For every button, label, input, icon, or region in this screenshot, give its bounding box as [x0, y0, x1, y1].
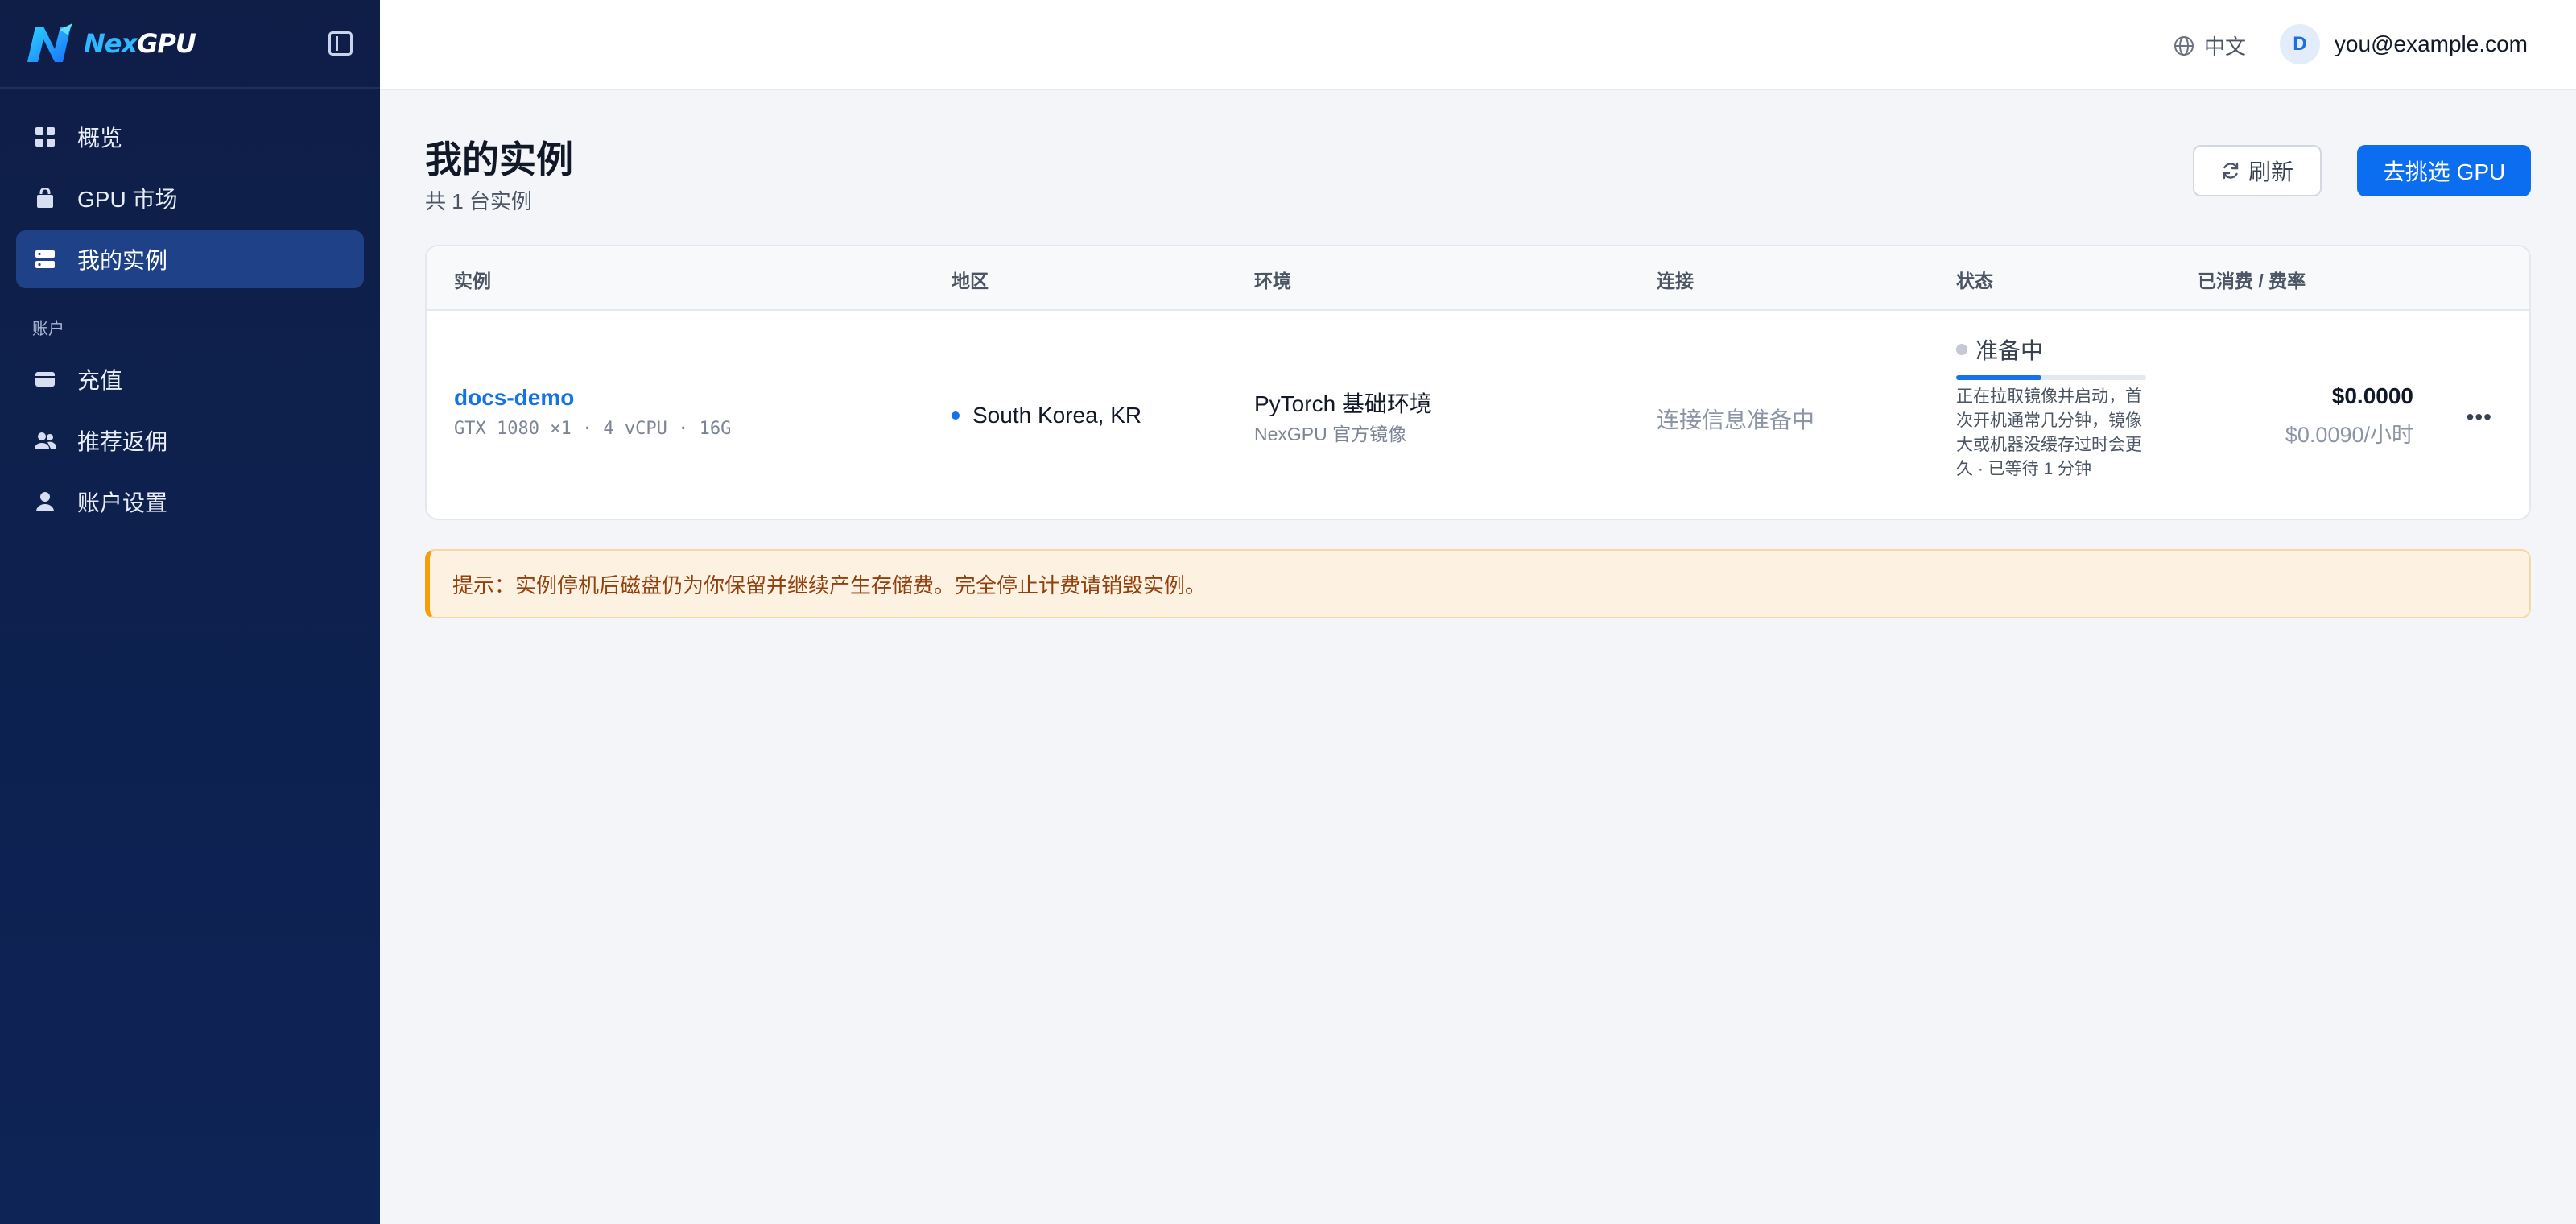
status-note: 正在拉取镜像并启动，首次开机通常几分钟，镜像大或机器没缓存过时会更久 · 已等待…	[1956, 387, 2142, 478]
sidebar-item-account-settings[interactable]: 账户设置	[16, 473, 364, 531]
language-label: 中文	[2203, 35, 2246, 59]
avatar: D	[2279, 24, 2320, 64]
sidebar-item-gpu-market[interactable]: GPU 市场	[16, 169, 364, 227]
user-icon	[34, 490, 56, 513]
logo[interactable]: NexGPU	[24, 22, 196, 65]
region-dot-icon	[952, 411, 960, 420]
table-row: docs-demo GTX 1080 ×1 · 4 vCPU · 16G Sou…	[427, 311, 2529, 519]
sidebar-item-overview[interactable]: 概览	[16, 108, 364, 166]
instance-spec: GTX 1080 ×1 · 4 vCPU · 16G	[454, 419, 732, 439]
status-progress-bar	[1956, 375, 2146, 380]
connection-info: 连接信息准备中	[1657, 407, 1815, 432]
brand-name: NexGPU	[84, 28, 196, 59]
sidebar-item-label: 充值	[77, 368, 123, 393]
storage-fee-notice: 提示：实例停机后磁盘仍为你保留并继续产生存储费。完全停止计费请销毁实例。	[425, 549, 2531, 618]
ellipsis-icon[interactable]: •••	[2467, 404, 2492, 430]
page-title: 我的实例	[425, 139, 573, 180]
instance-status: 准备中 正在拉取镜像并启动，首次开机通常几分钟，镜像大或机器没缓存过时会更久 ·…	[1956, 333, 2149, 482]
pick-gpu-button[interactable]: 去挑选 GPU	[2357, 145, 2531, 196]
refresh-icon	[2221, 161, 2240, 180]
sidebar-toggle-icon[interactable]	[328, 31, 353, 56]
server-icon	[34, 248, 56, 271]
sidebar-item-label: 我的实例	[77, 248, 168, 273]
users-icon	[34, 429, 56, 452]
environment-image: NexGPU 官方镜像	[1254, 424, 1407, 445]
sidebar-item-label: 推荐返佣	[77, 429, 168, 454]
status-badge: 准备中	[1956, 333, 2149, 366]
brand-name-part2: GPU	[137, 28, 196, 59]
sidebar-item-label: GPU 市场	[77, 187, 178, 212]
user-menu[interactable]: D you@example.com	[2279, 24, 2528, 64]
sidebar-item-label: 概览	[77, 126, 123, 151]
instance-cost: $0.0000 $0.0090/小时	[2285, 383, 2413, 449]
column-header-connection: 连接	[1657, 271, 1694, 292]
environment-name: PyTorch 基础环境	[1254, 391, 1432, 416]
brand-header: NexGPU	[0, 0, 380, 89]
sidebar-item-label: 账户设置	[77, 490, 168, 515]
column-header-status: 状态	[1956, 271, 1993, 292]
instance-count: 共 1 台实例	[425, 189, 532, 213]
topbar: 中文 D you@example.com	[380, 0, 2576, 90]
status-label: 准备中	[1975, 338, 2044, 363]
refresh-button[interactable]: 刷新	[2193, 145, 2322, 196]
region-label: South Korea, KR	[972, 403, 1142, 428]
instance-region: South Korea, KR	[952, 403, 1141, 428]
sidebar-nav: 概览 GPU 市场 我的实例 账户 充值 推荐返佣 账户设置	[0, 89, 380, 531]
column-header-region: 地区	[952, 271, 989, 292]
grid-icon	[34, 126, 56, 148]
language-switcher[interactable]: 中文	[2174, 31, 2246, 60]
sidebar-section-account: 账户	[32, 320, 64, 338]
sidebar-item-referral[interactable]: 推荐返佣	[16, 411, 364, 469]
column-header-environment: 环境	[1254, 271, 1291, 292]
nexgpu-logo-icon	[24, 22, 80, 65]
brand-name-part1: Nex	[84, 28, 138, 59]
column-header-cost: 已消费 / 费率	[2198, 271, 2306, 292]
instances-table: 实例 地区 环境 连接 状态 已消费 / 费率 docs-demo GTX 10…	[425, 245, 2531, 520]
column-header-instance: 实例	[454, 271, 491, 292]
sidebar: NexGPU 概览 GPU 市场 我的实例 账户 充值 推荐返佣 账户设置	[0, 0, 380, 1224]
instance-name-link[interactable]: docs-demo	[454, 385, 574, 411]
status-dot-icon	[1956, 344, 1967, 355]
refresh-label: 刷新	[2248, 159, 2293, 184]
cost-total: $0.0000	[2331, 383, 2413, 408]
sidebar-item-recharge[interactable]: 充值	[16, 350, 364, 408]
user-email: you@example.com	[2334, 31, 2528, 56]
card-icon	[34, 368, 56, 391]
status-progress-fill	[1956, 375, 2042, 380]
bag-icon	[34, 187, 56, 209]
globe-icon	[2174, 35, 2194, 56]
table-header: 实例 地区 环境 连接 状态 已消费 / 费率	[427, 246, 2529, 311]
cost-rate: $0.0090/小时	[2285, 423, 2413, 447]
sidebar-item-my-instances[interactable]: 我的实例	[16, 230, 364, 288]
